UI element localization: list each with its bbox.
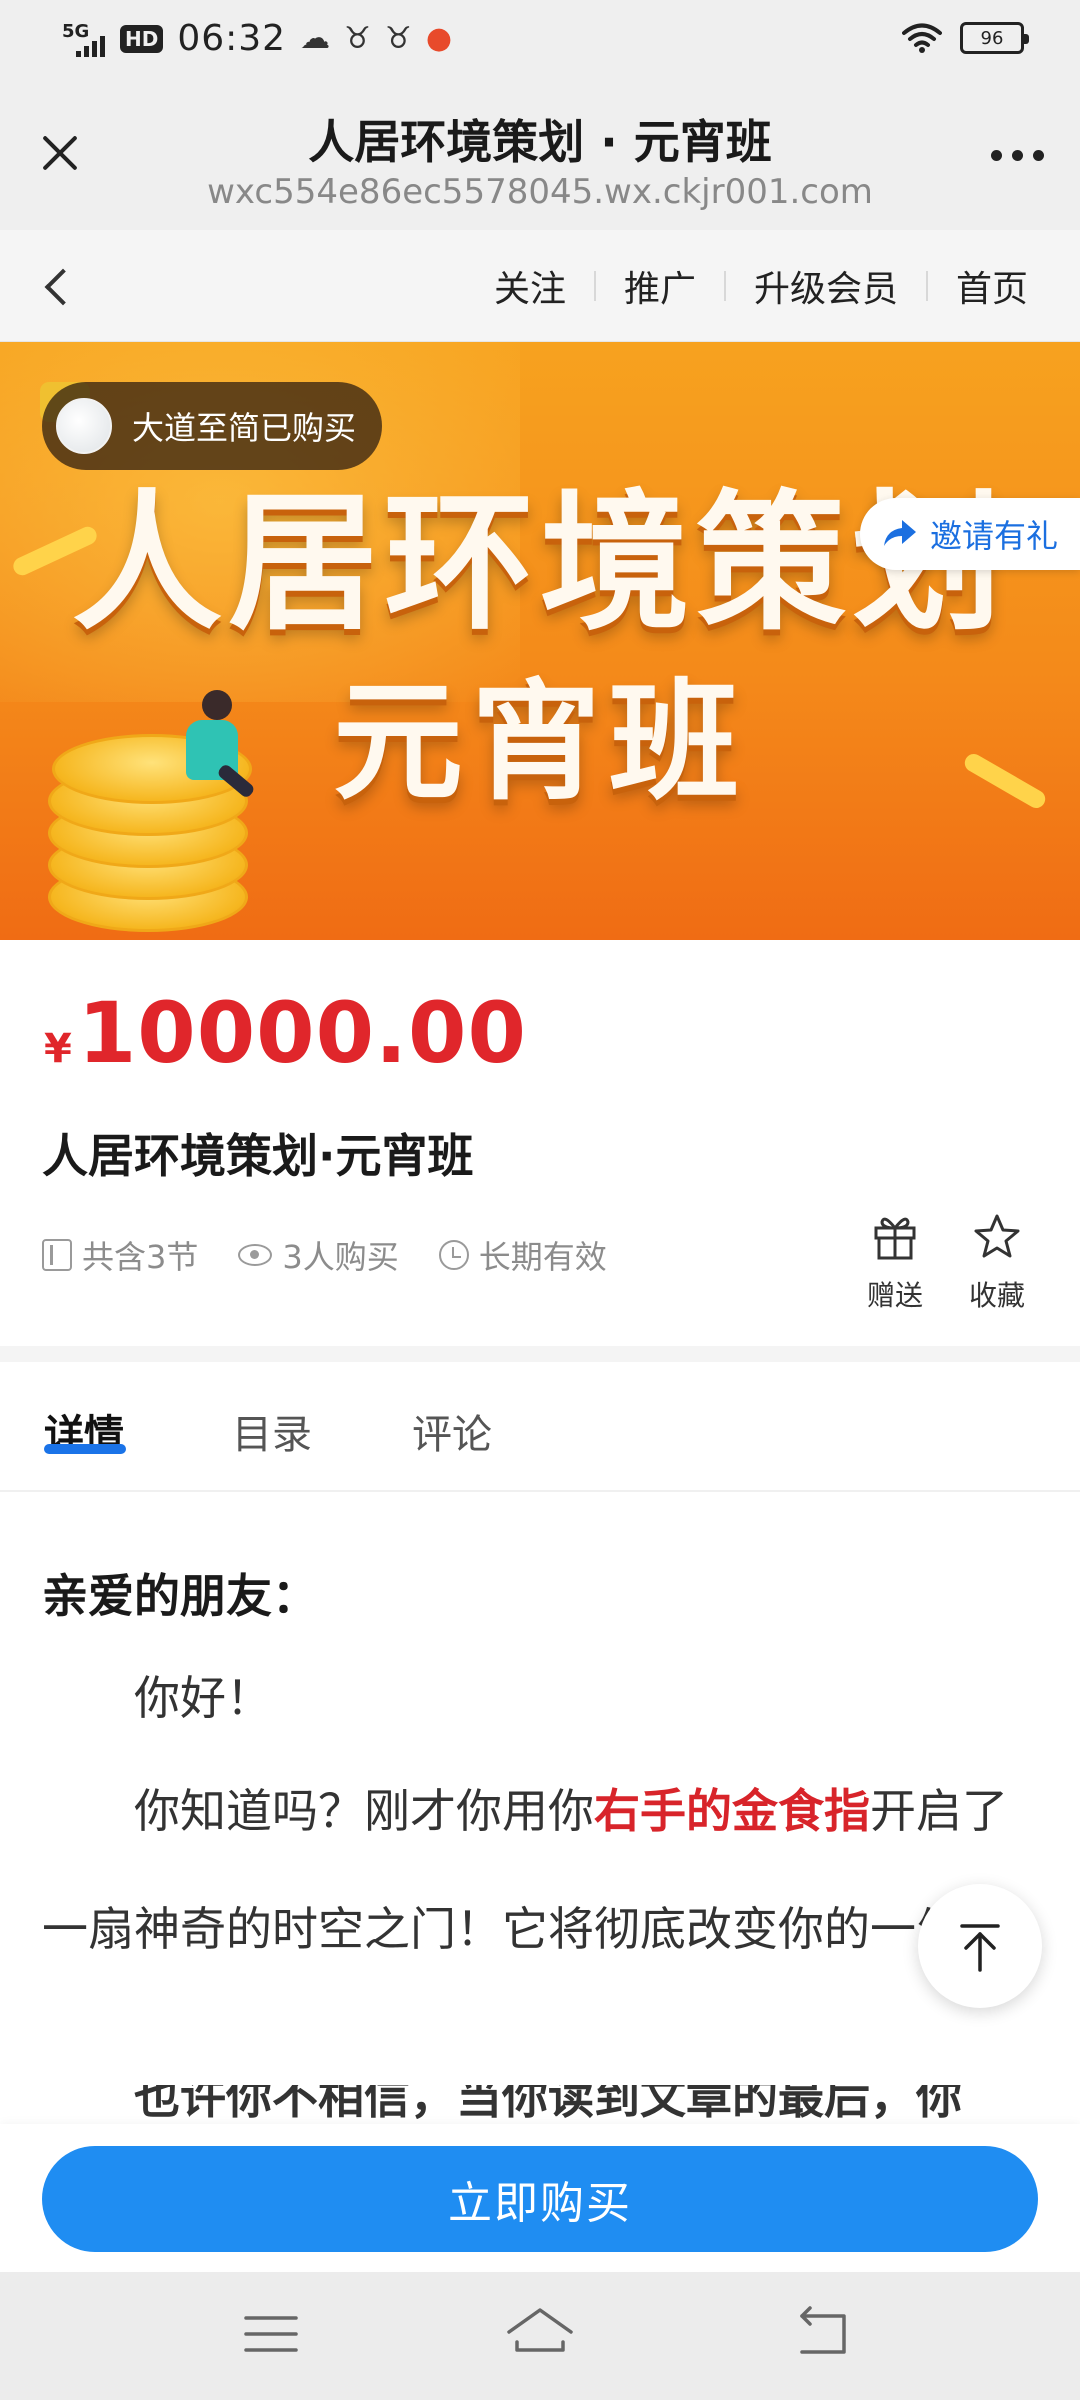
star-icon	[974, 1214, 1020, 1258]
clock-icon	[438, 1240, 469, 1270]
article-highlight: 右手的金食指	[594, 1784, 870, 1838]
home-icon[interactable]	[505, 2302, 575, 2366]
meta-purchases-text: 3人购买	[282, 1238, 399, 1276]
meta-sections-text: 共含3节	[82, 1238, 199, 1276]
content-tabs: 详情 目录 评论	[0, 1362, 1080, 1492]
meta-sections: 共含3节	[42, 1232, 198, 1278]
buy-bar: 立即购买	[0, 2124, 1080, 2272]
wifi-icon	[902, 23, 942, 53]
scroll-top-button[interactable]	[918, 1884, 1042, 2008]
course-meta: 共含3节 3人购买 长期有效	[42, 1232, 607, 1278]
ox-icon: ♉	[344, 21, 371, 56]
signal-icon	[76, 35, 105, 57]
page-url: wxc554e86ec5578045.wx.ckjr001.com	[207, 172, 873, 212]
battery-icon: 96	[960, 22, 1029, 54]
favorite-label: 收藏	[968, 1279, 1025, 1312]
gift-icon	[874, 1217, 916, 1260]
status-right: 96	[902, 22, 1029, 54]
recent-buyer-notice: 大道至简已购买	[42, 382, 383, 470]
meta-validity-text: 长期有效	[478, 1238, 607, 1276]
nav-promote[interactable]: 推广	[596, 260, 724, 312]
article-paragraph: 你好！	[134, 1671, 272, 1725]
active-tab-indicator	[44, 1444, 126, 1454]
back-icon[interactable]	[40, 266, 76, 306]
site-nav: 关注 推广 升级会员 首页	[0, 230, 1080, 342]
price-amount: 10000.00	[77, 984, 527, 1082]
article-greeting: 亲爱的朋友：	[42, 1569, 318, 1623]
person-illustration	[172, 690, 258, 830]
nav-follow[interactable]: 关注	[466, 260, 594, 312]
ox-icon-2: ♉	[385, 21, 412, 56]
tab-comments[interactable]: 评论	[412, 1402, 492, 1460]
status-time: 06:32	[177, 18, 287, 59]
network-indicator: 5G	[62, 19, 106, 59]
hd-badge: HD	[120, 24, 164, 53]
course-title: 人居环境策划·元宵班	[42, 1129, 474, 1183]
battery-level: 96	[980, 27, 1004, 49]
avatar	[56, 398, 112, 454]
eye-icon	[238, 1244, 273, 1266]
nav-upgrade-member[interactable]: 升级会员	[726, 260, 926, 312]
back-nav-icon[interactable]	[788, 2302, 858, 2366]
price: ¥ 10000.00	[44, 984, 527, 1082]
buy-now-button[interactable]: 立即购买	[42, 2146, 1038, 2252]
article-paragraph-partial: 也许你不相信，当你读到文章的最后，你	[134, 2085, 962, 2124]
invite-label: 邀请有礼	[929, 517, 1058, 555]
cloud-icon: ☁	[300, 21, 331, 56]
menu-icon[interactable]	[236, 2302, 306, 2366]
status-left: 5G HD 06:32 ☁ ♉ ♉ ●	[62, 18, 452, 59]
meta-purchases: 3人购买	[238, 1232, 399, 1278]
app-notification-icon: ●	[425, 21, 453, 56]
article-paragraph: 你知道吗？刚才你用你右手的金食指开启了一扇神奇的时空之门！它将彻底改变你的一生！	[42, 1752, 1042, 1988]
meta-validity: 长期有效	[438, 1232, 607, 1278]
book-icon	[42, 1239, 72, 1271]
buyer-notice-text: 大道至简已购买	[132, 409, 357, 447]
invite-button[interactable]: 邀请有礼	[859, 498, 1080, 570]
currency-symbol: ¥	[44, 1026, 72, 1072]
share-icon	[883, 520, 916, 546]
page-title: 人居环境策划 · 元宵班	[308, 115, 772, 169]
status-bar: 5G HD 06:32 ☁ ♉ ♉ ● 96	[0, 0, 1080, 82]
site-nav-links: 关注 推广 升级会员 首页	[466, 230, 1056, 342]
more-icon[interactable]	[991, 150, 1044, 161]
gift-button[interactable]: 赠送	[840, 1208, 950, 1314]
tab-catalog[interactable]: 目录	[232, 1402, 312, 1460]
browser-titlebar: 人居环境策划 · 元宵班 wxc554e86ec5578045.wx.ckjr0…	[0, 82, 1080, 230]
system-nav-bar	[0, 2272, 1080, 2400]
close-icon[interactable]	[30, 124, 90, 184]
nav-home[interactable]: 首页	[928, 260, 1056, 312]
article-text: 你知道吗？刚才你用你	[134, 1784, 594, 1838]
section-divider	[0, 1346, 1080, 1362]
arrow-up-icon	[960, 1924, 1000, 1972]
favorite-button[interactable]: 收藏	[942, 1208, 1052, 1314]
course-description: 亲爱的朋友： 你好！ 你知道吗？刚才你用你右手的金食指开启了一扇神奇的时空之门！…	[42, 1560, 1042, 1988]
gift-label: 赠送	[866, 1279, 923, 1312]
